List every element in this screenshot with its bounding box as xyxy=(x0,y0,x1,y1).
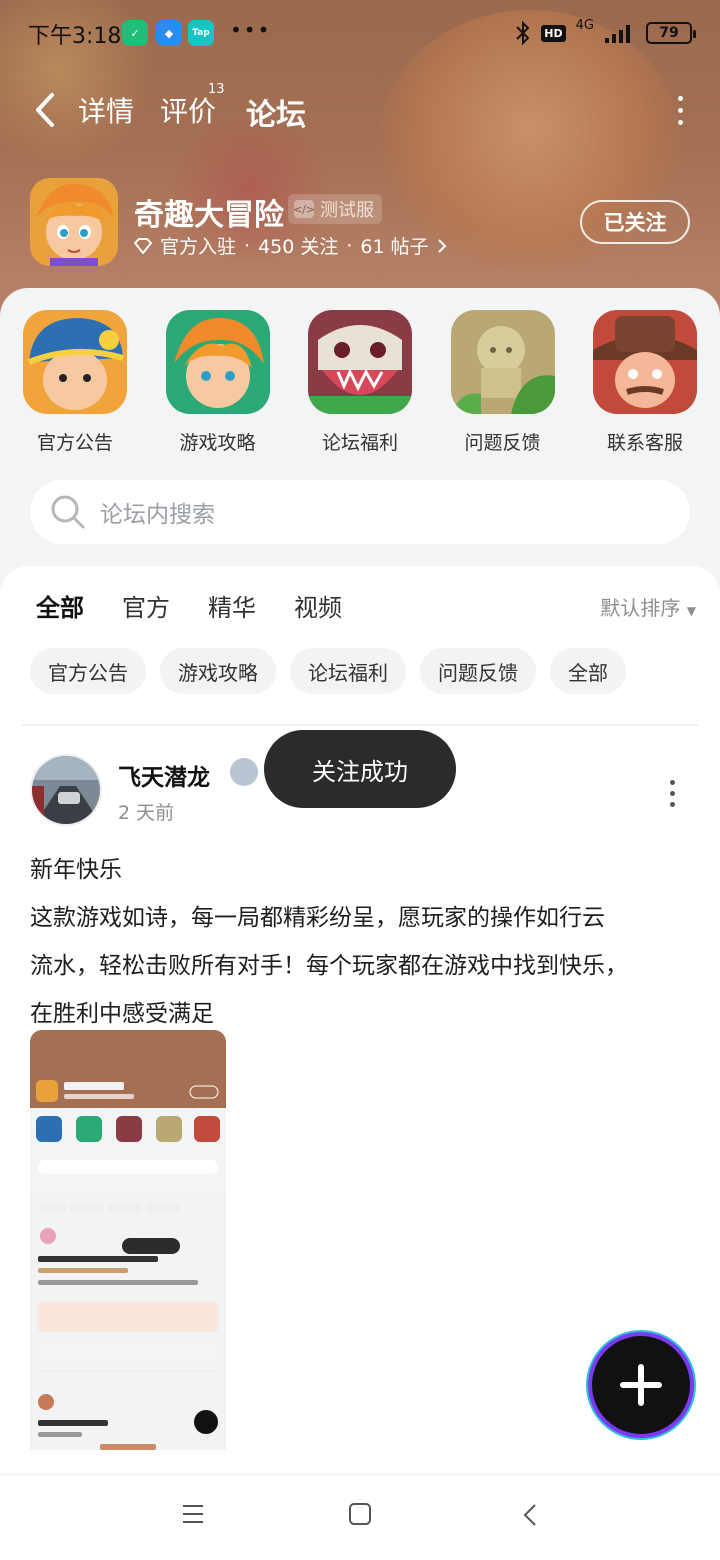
top-navigation: 详情 评价 13 论坛 xyxy=(0,80,720,140)
game-icon[interactable] xyxy=(30,178,118,266)
shortcut-label: 问题反馈 xyxy=(464,432,541,454)
more-notifications-icon: ••• xyxy=(230,18,272,42)
tab-forum[interactable]: 论坛 xyxy=(246,90,306,138)
divider xyxy=(22,724,698,726)
caret-down-icon: ▼ xyxy=(686,604,696,618)
shortcut-guides[interactable]: 游戏攻略 xyxy=(165,310,271,455)
followed-button[interactable]: 已关注 xyxy=(580,200,690,244)
game-header-banner: 下午3:18 ✓ ◆ Tap ••• HD 4G 79 详情 评价 13 论坛 xyxy=(0,0,720,320)
bluetooth-icon xyxy=(516,20,530,46)
chip-announcements[interactable]: 官方公告 xyxy=(30,648,146,694)
post-text-line: 流水，轻松击败所有对手！每个玩家都在游戏中找到快乐， xyxy=(30,953,628,979)
battery-icon: 79 xyxy=(646,22,696,44)
test-server-label: 测试服 xyxy=(320,200,374,221)
filter-tab-official[interactable]: 官方 xyxy=(122,588,170,623)
chip-feedback[interactable]: 问题反馈 xyxy=(420,648,536,694)
filter-tab-video[interactable]: 视频 xyxy=(294,588,342,623)
guide-icon xyxy=(165,310,270,414)
chip-guides[interactable]: 游戏攻略 xyxy=(160,648,276,694)
sort-dropdown[interactable]: 默认排序 ▼ xyxy=(600,592,696,621)
filter-tab-featured[interactable]: 精华 xyxy=(208,588,256,623)
game-info: 奇趣大冒险 </> 测试服 官方入驻 · 450 关注 · 61 帖子 已关注 xyxy=(30,178,690,268)
forum-panel: 官方公告 游戏攻略 论坛福利 问题反馈 联系客服 论坛内搜索 xyxy=(0,288,720,588)
post-image[interactable] xyxy=(30,1030,226,1466)
forum-search-input[interactable]: 论坛内搜索 xyxy=(30,480,690,544)
post-content: 新年快乐 这款游戏如诗，每一局都精彩纷呈，愿玩家的操作如行云 流水，轻松击败所有… xyxy=(30,846,690,1038)
chip-benefits[interactable]: 论坛福利 xyxy=(290,648,406,694)
shortcut-benefits[interactable]: 论坛福利 xyxy=(307,310,413,455)
game-stats[interactable]: 官方入驻 · 450 关注 · 61 帖子 xyxy=(134,232,447,259)
shortcut-label: 联系客服 xyxy=(606,432,683,454)
diamond-icon xyxy=(134,237,152,254)
post-author[interactable]: 飞天潜龙 xyxy=(118,758,210,792)
shortcut-feedback[interactable]: 问题反馈 xyxy=(450,310,556,455)
review-count-badge: 13 xyxy=(208,82,225,97)
feedback-icon xyxy=(450,310,555,414)
post-more-icon[interactable] xyxy=(670,780,676,813)
back-icon[interactable] xyxy=(522,1503,538,1527)
posts-count: 61 帖子 xyxy=(360,236,429,258)
create-post-button[interactable] xyxy=(592,1336,690,1434)
plus-icon xyxy=(620,1364,662,1406)
search-placeholder: 论坛内搜索 xyxy=(100,502,215,528)
customer-service-icon xyxy=(593,310,697,414)
back-arrow-icon[interactable] xyxy=(34,92,56,128)
chip-all[interactable]: 全部 xyxy=(550,648,626,694)
game-title: 奇趣大冒险 xyxy=(134,198,284,233)
sort-label: 默认排序 xyxy=(600,596,681,620)
followers-count: 450 关注 xyxy=(258,236,339,258)
menu-icon[interactable] xyxy=(182,1503,204,1525)
post-text-line: 这款游戏如诗，每一局都精彩纷呈，愿玩家的操作如行云 xyxy=(30,905,605,931)
system-navigation-bar xyxy=(0,1474,720,1560)
follow-success-toast: 关注成功 xyxy=(264,730,456,808)
status-bar: 下午3:18 ✓ ◆ Tap ••• HD 4G 79 xyxy=(0,0,720,64)
post-title: 新年快乐 xyxy=(30,857,122,883)
home-icon[interactable] xyxy=(349,1503,371,1525)
avatar[interactable] xyxy=(30,754,102,826)
status-time: 下午3:18 xyxy=(28,24,122,49)
shortcut-label: 官方公告 xyxy=(36,432,113,454)
filter-tabs: 全部 官方 精华 视频 xyxy=(36,588,342,625)
official-label: 官方入驻 xyxy=(160,236,237,258)
category-chips: 官方公告 游戏攻略 论坛福利 问题反馈 全部 xyxy=(30,648,626,694)
test-server-badge: </> 测试服 xyxy=(288,194,382,224)
code-icon: </> xyxy=(293,200,315,218)
signal-icon xyxy=(605,25,630,43)
post-time: 2 天前 xyxy=(118,802,175,824)
shortcut-label: 游戏攻略 xyxy=(179,432,256,454)
more-options-icon[interactable] xyxy=(676,96,684,126)
announcement-icon xyxy=(23,310,127,414)
app-notification-icon: ✓ xyxy=(122,20,148,46)
shortcut-row: 官方公告 游戏攻略 论坛福利 问题反馈 联系客服 xyxy=(22,310,698,455)
app-notification-icon: ◆ xyxy=(156,20,182,46)
hd-icon: HD xyxy=(541,24,566,42)
benefit-icon xyxy=(308,310,412,414)
tab-details[interactable]: 详情 xyxy=(78,90,134,130)
filter-tab-all[interactable]: 全部 xyxy=(36,588,84,625)
chevron-right-icon xyxy=(437,238,447,253)
user-level-badge-icon xyxy=(230,758,258,786)
shortcut-announcements[interactable]: 官方公告 xyxy=(22,310,128,455)
shortcut-label: 论坛福利 xyxy=(321,432,398,454)
search-icon xyxy=(51,495,85,529)
network-type: 4G xyxy=(575,17,594,33)
post-feed: 全部 官方 精华 视频 默认排序 ▼ 官方公告 游戏攻略 论坛福利 问题反馈 全… xyxy=(0,566,720,1474)
taptap-notification-icon: Tap xyxy=(188,20,214,46)
shortcut-support[interactable]: 联系客服 xyxy=(592,310,698,455)
